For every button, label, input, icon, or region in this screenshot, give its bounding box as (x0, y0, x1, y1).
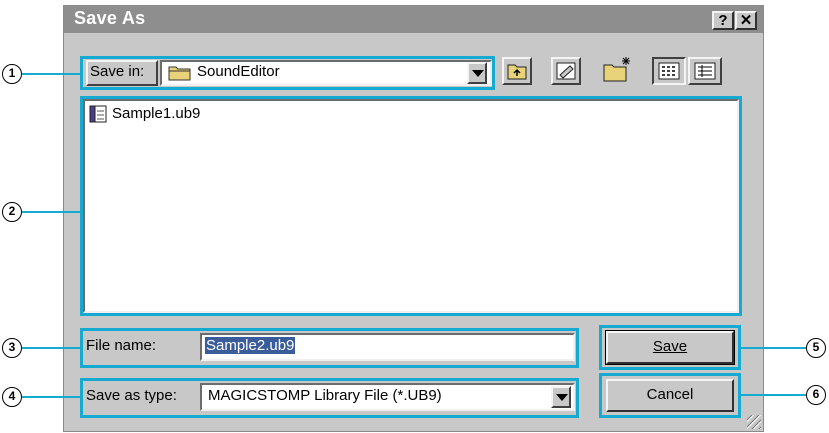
file-name: Sample1.ub9 (112, 105, 201, 122)
callout-leader (741, 394, 807, 396)
callout-number: 5 (806, 338, 826, 358)
save-as-type-label: Save as type: (86, 387, 177, 404)
desktop-icon (556, 62, 576, 80)
callout-number: 4 (2, 387, 22, 407)
folder-icon (168, 66, 191, 81)
callout-leader (20, 396, 80, 398)
save-button-label: Save (652, 338, 688, 355)
details-view-icon (694, 62, 716, 80)
cancel-button[interactable]: Cancel (606, 379, 734, 412)
title-bar[interactable] (64, 6, 763, 33)
list-view-button[interactable] (652, 57, 686, 85)
callout-number: 6 (806, 385, 826, 405)
file-name-label: File name: (86, 337, 157, 354)
save-as-type-value: MAGICSTOMP Library File (*.UB9) (208, 387, 442, 404)
desktop-button[interactable] (551, 57, 581, 85)
callout-leader (741, 347, 807, 349)
details-view-button[interactable] (688, 57, 722, 85)
callout-number: 1 (2, 64, 22, 84)
save-in-label: Save in: (90, 63, 145, 80)
file-name-input-value[interactable]: Sample2.ub9 (205, 337, 296, 354)
chevron-down-icon[interactable] (467, 62, 487, 84)
save-in-value: SoundEditor (197, 63, 280, 80)
help-button[interactable]: ? (712, 11, 734, 30)
up-folder-button[interactable] (502, 57, 532, 85)
callout-leader (20, 73, 80, 75)
up-folder-icon (507, 64, 527, 80)
dialog-title: Save As (74, 8, 146, 28)
new-folder-icon (603, 57, 630, 82)
callout-number: 2 (2, 202, 22, 222)
cancel-button-label: Cancel (646, 386, 694, 403)
library-file-icon (89, 105, 107, 123)
close-button[interactable]: ✕ (735, 11, 757, 30)
list-view-icon (658, 62, 680, 80)
new-folder-button[interactable] (600, 55, 634, 85)
chevron-down-icon[interactable] (551, 386, 571, 408)
resize-grip-icon[interactable] (747, 415, 761, 429)
callout-leader (20, 347, 80, 349)
save-button[interactable]: Save (605, 330, 735, 365)
callout-number: 3 (2, 338, 22, 358)
callout-leader (20, 211, 80, 213)
file-list[interactable] (83, 99, 739, 313)
